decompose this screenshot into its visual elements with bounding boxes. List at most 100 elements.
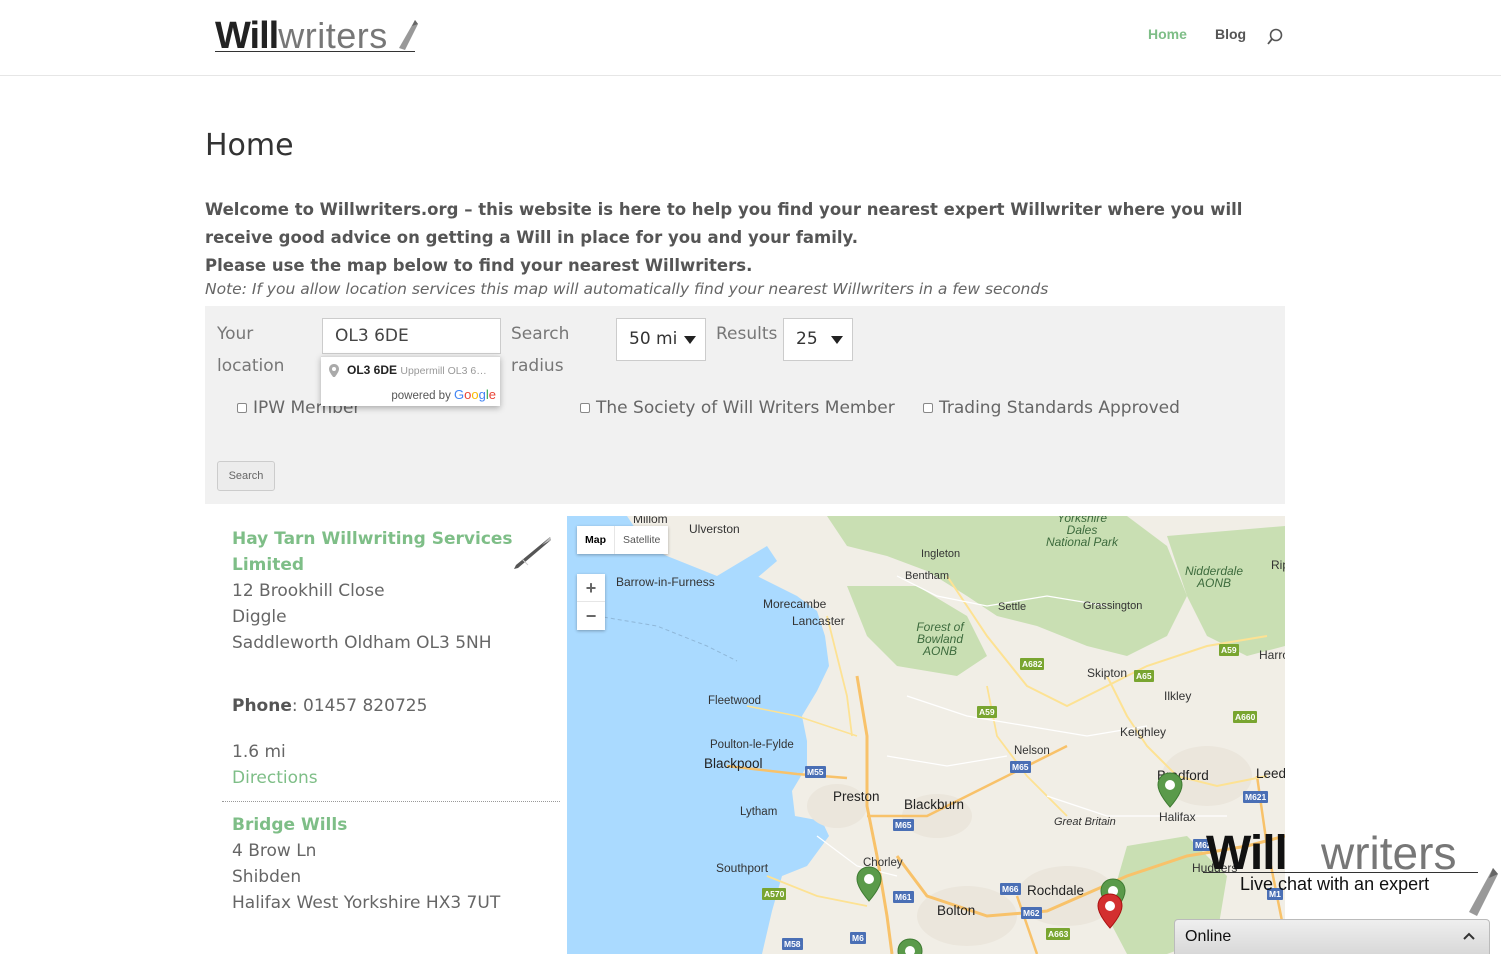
intro-text: Welcome to Willwriters.org – this websit…	[205, 196, 1285, 280]
filter-society-will-writers[interactable]: The Society of Will Writers Member	[580, 398, 895, 418]
map-place-label: Nelson	[1014, 745, 1050, 757]
map-place-label: Fleetwood	[708, 695, 762, 707]
road-shield: M55	[805, 766, 826, 778]
logo-light-text: writers	[278, 15, 388, 56]
road-shield: M6	[850, 932, 866, 944]
map-type-satellite[interactable]: Satellite	[614, 526, 668, 554]
map-place-label: Keighley	[1120, 725, 1167, 739]
road-shield: A570	[762, 888, 787, 900]
chat-tagline: Live chat with an expert	[1240, 874, 1430, 894]
map-place-label: Lancaster	[792, 614, 845, 628]
live-chat-banner[interactable]: Will writers Live chat with an expert	[1203, 826, 1501, 922]
dropdown-arrow-icon	[831, 336, 843, 344]
map-place-label: Lytham	[740, 806, 778, 818]
map-place-label: Southport	[716, 861, 769, 875]
map-pin-icon	[329, 364, 339, 377]
road-shield: A59	[1219, 644, 1239, 656]
directions-link[interactable]: Directions	[232, 765, 552, 791]
map-park-label: Yorkshire Dales National Park	[1045, 516, 1119, 549]
map-marker-green[interactable]	[856, 866, 882, 902]
logo-bold-text: Will	[215, 15, 279, 57]
map-marker-green[interactable]	[897, 938, 923, 954]
results-label: Results	[716, 324, 778, 344]
suggestion-main: OL3 6DE	[347, 363, 398, 377]
radius-label: Search radius	[511, 324, 570, 376]
map-place-label: Ulverston	[689, 522, 740, 536]
map-type-map[interactable]: Map	[577, 526, 614, 554]
results-map[interactable]: Map Satellite + − Millom Ulverston Barro…	[567, 516, 1285, 954]
map-place-label: Poulton-le-Fylde	[710, 739, 794, 751]
results-select[interactable]: 25	[783, 318, 853, 361]
road-shield: M65	[1010, 761, 1031, 773]
map-place-label: Skipton	[1087, 666, 1128, 680]
map-place-label: Grassington	[1083, 600, 1143, 612]
road-shield: M65	[893, 819, 914, 831]
checkbox[interactable]	[580, 403, 590, 413]
listing-address-line: Saddleworth Oldham OL3 5NH	[232, 633, 492, 653]
map-park-label: Forest of Bowland AONB	[916, 620, 964, 658]
location-label: Your location	[217, 324, 285, 376]
chat-status: Online	[1185, 928, 1232, 945]
map-place-label: Preston	[833, 789, 880, 804]
nav-home-link[interactable]: Home	[1148, 26, 1187, 42]
listing-address-line: 12 Brookhill Close	[232, 581, 385, 601]
listing-address-line: 4 Brow Ln	[232, 841, 317, 861]
result-listing: Bridge Wills 4 Brow Ln Shibden Halifax W…	[232, 812, 552, 916]
autocomplete-suggestion[interactable]: OL3 6DE Uppermill OL3 6…	[329, 363, 499, 377]
chevron-up-icon[interactable]	[1463, 932, 1475, 940]
checkbox[interactable]	[923, 403, 933, 413]
listing-distance: 1.6 mi	[232, 742, 286, 762]
map-place-label: Halifax	[1159, 810, 1196, 824]
road-shield: M66	[1000, 883, 1021, 895]
location-note: Note: If you allow location services thi…	[205, 280, 1049, 298]
radius-select[interactable]: 50 mi	[616, 318, 706, 361]
listing-name[interactable]: Hay Tarn Willwriting Services Limited	[232, 526, 552, 578]
nav-blog-link[interactable]: Blog	[1215, 26, 1246, 42]
listing-address-line: Halifax West Yorkshire HX3 7UT	[232, 893, 501, 913]
filter-trading-standards[interactable]: Trading Standards Approved	[923, 398, 1180, 418]
road-shield: A663	[1046, 928, 1071, 940]
road-shield: M61	[893, 891, 914, 903]
map-place-label: Great Britain	[1054, 816, 1116, 828]
suggestion-secondary: Uppermill OL3 6…	[400, 365, 487, 377]
map-marker-green[interactable]	[1157, 772, 1183, 808]
map-place-label: Bolton	[937, 903, 976, 918]
map-place-label: Millom	[633, 516, 668, 526]
page-title: Home	[205, 128, 294, 163]
autocomplete-dropdown: OL3 6DE Uppermill OL3 6… powered by Goog…	[321, 356, 500, 406]
map-place-label: Ilkley	[1164, 689, 1192, 703]
intro-instruction: Please use the map below to find your ne…	[205, 256, 753, 275]
logo-underline	[215, 51, 415, 52]
zoom-out-button[interactable]: −	[577, 602, 605, 630]
road-shield: A59	[977, 706, 997, 718]
listing-address-line: Diggle	[232, 607, 287, 627]
site-logo[interactable]: Will writers	[215, 14, 418, 57]
chat-logo-underline	[1203, 872, 1478, 873]
listing-address-line: Shibden	[232, 867, 302, 887]
checkbox[interactable]	[237, 403, 247, 413]
zoom-in-button[interactable]: +	[577, 574, 605, 602]
map-place-label: Leed	[1256, 766, 1285, 781]
search-button[interactable]: Search	[217, 461, 275, 491]
store-locator-form: Your location OL3 6DE OL3 6DE Uppermill …	[205, 306, 1285, 504]
dropdown-arrow-icon	[684, 336, 696, 344]
pen-nib-icon	[399, 20, 418, 50]
zoom-control: + −	[577, 574, 605, 630]
search-icon[interactable]	[1266, 28, 1284, 46]
map-park-label: Nidderdale AONB	[1184, 564, 1244, 590]
listing-divider	[222, 801, 560, 802]
location-input[interactable]: OL3 6DE	[322, 318, 501, 354]
map-place-label: Blackpool	[704, 756, 763, 771]
road-shield: M62	[1021, 907, 1042, 919]
chat-status-bar[interactable]: Online	[1174, 919, 1490, 954]
map-place-label: Blackburn	[904, 797, 965, 812]
map-place-label: Harro	[1259, 648, 1285, 662]
map-marker-red[interactable]	[1097, 893, 1123, 929]
map-place-label: Morecambe	[763, 597, 827, 611]
listing-phone: Phone: 01457 820725	[232, 696, 428, 716]
intro-paragraph: Welcome to Willwriters.org – this websit…	[205, 200, 1243, 247]
map-place-label: Ingleton	[921, 548, 961, 560]
pen-nib-icon	[1469, 868, 1498, 916]
listing-name[interactable]: Bridge Wills	[232, 812, 552, 838]
result-listing: Hay Tarn Willwriting Services Limited 12…	[232, 526, 552, 791]
